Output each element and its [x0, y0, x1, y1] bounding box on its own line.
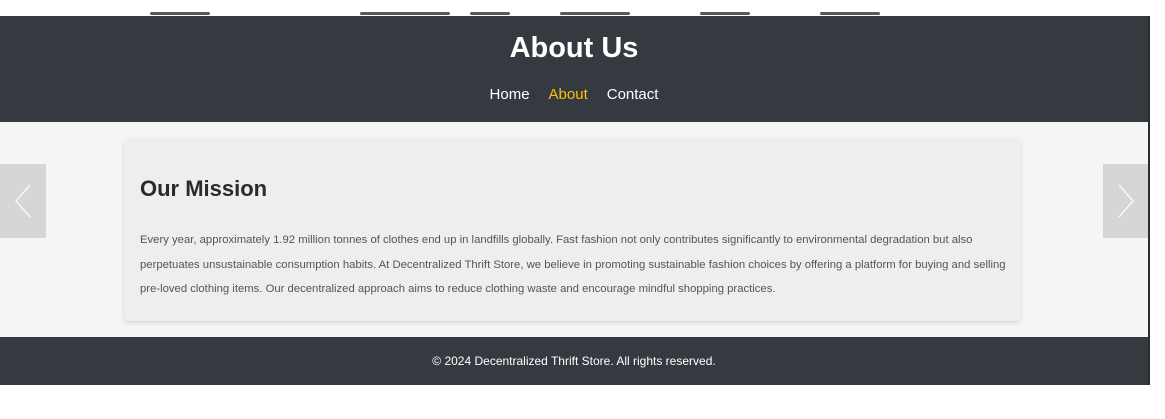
mission-body: Every year, approximately 1.92 million t…	[140, 234, 1006, 296]
mission-card: Our Mission Every year, approximately 1.…	[124, 138, 1021, 321]
chevron-right-icon	[1117, 183, 1135, 219]
remnant-bar	[360, 12, 450, 15]
nav-link-home[interactable]: Home	[490, 86, 530, 103]
page-blank-area	[0, 385, 1165, 419]
chevron-left-icon	[14, 183, 32, 219]
top-scroll-remnant	[0, 0, 1165, 16]
mission-heading: Our Mission	[140, 176, 268, 201]
footer-copyright: © 2024 Decentralized Thrift Store. All r…	[432, 354, 716, 368]
remnant-bar	[820, 12, 880, 15]
remnant-bar	[150, 12, 210, 15]
main-content: Our Mission Every year, approximately 1.…	[0, 122, 1148, 337]
remnant-bar	[700, 12, 750, 15]
page-title: About Us	[509, 32, 639, 64]
window-edge	[1148, 16, 1150, 385]
carousel-prev-button[interactable]	[0, 164, 46, 238]
main-nav: Home About Contact	[0, 86, 1148, 103]
remnant-bar	[470, 12, 510, 15]
nav-link-contact[interactable]: Contact	[607, 86, 659, 103]
site-footer: © 2024 Decentralized Thrift Store. All r…	[0, 337, 1148, 385]
site-header: About Us Home About Contact	[0, 16, 1148, 122]
carousel-next-button[interactable]	[1103, 164, 1148, 238]
remnant-bar	[560, 12, 630, 15]
nav-link-about[interactable]: About	[549, 86, 588, 103]
